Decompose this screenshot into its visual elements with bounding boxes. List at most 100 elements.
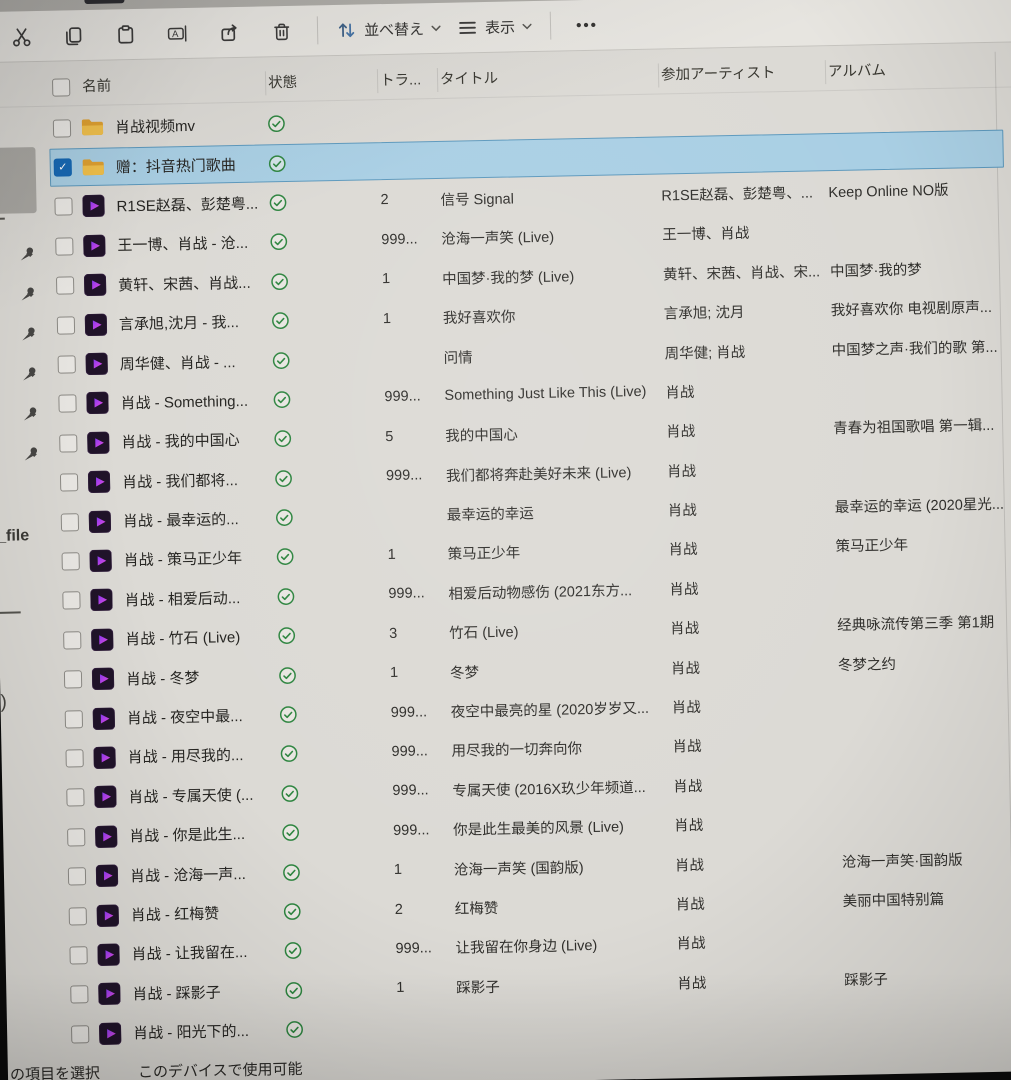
- contributing-artists: 肖战: [669, 575, 836, 599]
- file-name: 肖战 - 冬梦: [126, 665, 278, 689]
- row-checkbox[interactable]: [58, 355, 76, 373]
- select-all-checkbox[interactable]: [52, 78, 70, 96]
- album-name: 经典咏流传第三季 第1期: [837, 610, 1011, 635]
- column-header-name-label: 名前: [82, 79, 111, 96]
- column-header-album[interactable]: アルバム: [826, 56, 1011, 84]
- contributing-artists: [678, 1019, 845, 1022]
- contributing-artists: 肖战: [667, 457, 834, 481]
- row-checkbox[interactable]: [65, 749, 83, 767]
- row-checkbox[interactable]: [62, 592, 80, 610]
- album-name: [845, 1014, 1011, 1018]
- sort-button-label: 並べ替え: [364, 18, 424, 40]
- album-name: 我好喜欢你 电视剧原声...: [831, 295, 1011, 320]
- row-checkbox[interactable]: [55, 237, 73, 255]
- file-name: 周华健、肖战 - ...: [120, 350, 272, 374]
- toolbar-separator: [550, 12, 552, 40]
- song-title: 踩影子: [456, 972, 677, 997]
- synced-icon: [284, 981, 303, 1000]
- file-name: 肖战 - 踩影子: [132, 980, 284, 1004]
- album-name: 沧海一声笑·国韵版: [842, 846, 1011, 871]
- contributing-artists: R1SE赵磊、彭楚粤、...: [661, 181, 828, 205]
- share-button[interactable]: [203, 12, 256, 53]
- column-header-status[interactable]: 状態: [266, 69, 378, 95]
- row-checkbox[interactable]: [63, 631, 81, 649]
- column-header-title[interactable]: タイトル: [438, 64, 659, 92]
- row-checkbox[interactable]: [66, 789, 84, 807]
- row-checkbox[interactable]: [61, 513, 79, 531]
- contributing-artists: [661, 152, 828, 155]
- track-number: 999...: [386, 467, 446, 484]
- song-title: 信号 Signal: [440, 184, 661, 209]
- file-name: 肖战 - 专属天使 (...: [128, 783, 280, 807]
- media-icon: [92, 668, 114, 690]
- paste-button[interactable]: [99, 14, 152, 55]
- row-checkbox[interactable]: [69, 946, 87, 964]
- view-button[interactable]: 表示: [449, 6, 541, 48]
- song-title: 冬梦: [450, 657, 671, 682]
- contributing-artists: 王一博、肖战: [662, 220, 829, 244]
- row-checkbox[interactable]: [56, 277, 74, 295]
- more-options-button[interactable]: •••: [561, 4, 614, 45]
- row-checkbox[interactable]: [65, 710, 83, 728]
- row-checkbox[interactable]: [62, 552, 80, 570]
- track-number: [384, 357, 444, 358]
- track-number: 999...: [391, 743, 451, 760]
- delete-button[interactable]: [255, 11, 308, 52]
- album-name: [841, 817, 1011, 821]
- row-checkbox[interactable]: [67, 828, 85, 846]
- nav-item-label-fragment[interactable]: _file: [0, 527, 29, 546]
- cut-button[interactable]: [0, 16, 48, 57]
- album-name: 踩影子: [844, 964, 1011, 989]
- row-checkbox[interactable]: [54, 198, 72, 216]
- toolbar-separator: [317, 16, 319, 44]
- row-checkbox[interactable]: [54, 158, 72, 176]
- song-title: 我好喜欢你: [443, 303, 664, 328]
- album-name: [843, 935, 1011, 939]
- sort-button[interactable]: 並べ替え: [328, 8, 450, 50]
- synced-icon: [276, 587, 295, 606]
- copy-icon: [62, 25, 83, 46]
- album-name: [832, 384, 1011, 388]
- synced-icon: [268, 154, 287, 173]
- media-icon: [99, 1022, 121, 1044]
- row-checkbox[interactable]: [69, 907, 87, 925]
- file-name: 赠：抖音热门歌曲: [116, 153, 268, 177]
- cut-icon: [10, 26, 31, 47]
- media-icon: [83, 235, 105, 257]
- rename-button[interactable]: A: [151, 13, 204, 54]
- track-number: 2: [380, 191, 440, 208]
- row-checkbox[interactable]: [57, 316, 75, 334]
- synced-icon: [272, 350, 291, 369]
- contributing-artists: 言承旭; 沈月: [664, 299, 831, 323]
- row-checkbox[interactable]: [70, 985, 88, 1003]
- track-number: 999...: [395, 940, 455, 957]
- contributing-artists: 肖战: [671, 654, 838, 678]
- row-checkbox[interactable]: [68, 867, 86, 885]
- row-checkbox[interactable]: [64, 670, 82, 688]
- synced-icon: [279, 705, 298, 724]
- song-title: 问情: [443, 342, 664, 367]
- song-title: 专属天使 (2016X玖少年频道...: [452, 775, 673, 800]
- column-header-track[interactable]: トラ...: [378, 68, 438, 93]
- nav-pane-fragment[interactable]: [0, 147, 37, 214]
- row-checkbox[interactable]: [58, 395, 76, 413]
- svg-text:A: A: [172, 29, 179, 40]
- media-icon: [86, 353, 108, 375]
- row-checkbox[interactable]: [60, 473, 78, 491]
- song-title: 让我留在你身边 (Live): [455, 933, 676, 958]
- synced-icon: [283, 941, 302, 960]
- track-number: 1: [387, 546, 447, 563]
- chevron-down-icon: [431, 24, 441, 31]
- tree-line: [0, 218, 5, 220]
- chrome-remnant: [84, 0, 124, 4]
- column-header-artists[interactable]: 参加アーティスト: [659, 60, 826, 87]
- synced-icon: [268, 193, 287, 212]
- column-header-name[interactable]: 名前: [80, 71, 266, 99]
- media-icon: [90, 589, 112, 611]
- album-name: 中国梦之声·我们的歌 第...: [831, 334, 1011, 359]
- copy-button[interactable]: [47, 15, 100, 56]
- row-checkbox[interactable]: [71, 1025, 89, 1043]
- row-checkbox[interactable]: [53, 119, 71, 137]
- row-checkbox[interactable]: [59, 434, 77, 452]
- file-name: 言承旭,沈月 - 我...: [119, 310, 271, 334]
